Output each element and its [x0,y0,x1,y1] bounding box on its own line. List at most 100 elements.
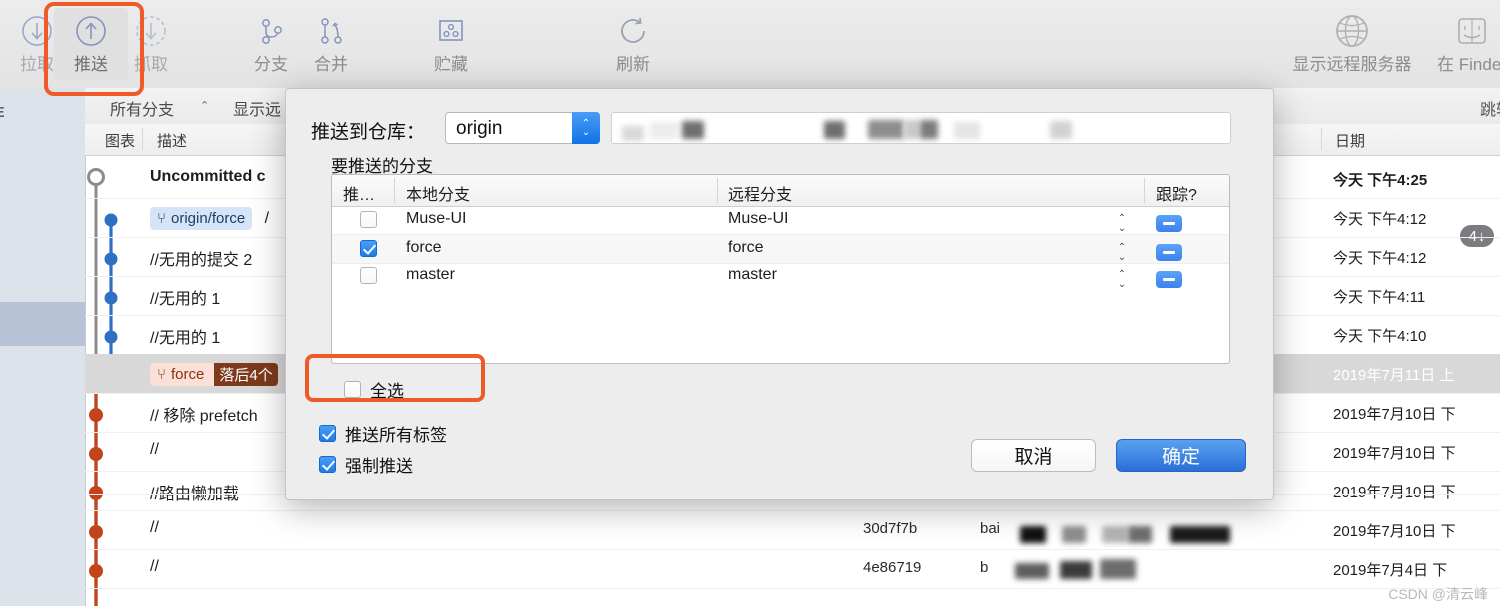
commit-hash: 4e86719 [863,559,922,576]
jump-to-button[interactable]: 跳转到 [1480,96,1500,120]
branch-remove-button[interactable] [1156,215,1182,232]
redacted-url-block [622,126,644,141]
column-header-description[interactable]: 描述 [157,130,187,151]
header-divider [717,178,718,203]
redacted-url-block [650,122,678,139]
toolbar-button-merge[interactable]: 合并 [294,8,368,80]
table-row[interactable]: // 4e86719 b 2019年7月4日 下 [85,549,1500,589]
commit-description: // [150,519,159,536]
commit-date: 今天 下午4:12 [1333,250,1427,267]
branch-row[interactable]: force force ⌃ ⌄ [332,234,1229,264]
branch-scope-dropdown[interactable]: 所有分支 [110,96,174,120]
sidebar-subitem: ： [0,140,8,160]
push-all-tags-group[interactable]: 推送所有标签 [319,421,447,446]
force-push-label: 强制推送 [345,457,413,476]
commit-message: / [264,210,270,227]
toolbar-label-fetch: 抓取 [134,55,168,74]
commit-description: ⑂ origin/force / [150,207,269,230]
branch-local-name: Muse-UI [406,210,467,227]
redacted-author-block [1102,526,1128,543]
select-all-checkbox-group[interactable]: 全选 [344,377,404,402]
commit-author: bai [980,520,1001,537]
branch-remote-stepper[interactable]: ⌃ ⌄ [1114,242,1130,264]
branch-remote-name: force [728,239,764,256]
toolbar-label-pull: 拉取 [20,55,54,74]
commit-date: 2019年7月10日 下 [1333,406,1456,423]
toolbar-label-show-remote: 显示远程服务器 [1292,55,1412,74]
branch-remove-button[interactable] [1156,244,1182,261]
toolbar-button-stash[interactable]: 贮藏 [414,8,488,80]
toolbar-button-refresh[interactable]: 刷新 [596,8,670,80]
commit-date: 2019年7月11日 上 [1333,367,1455,384]
repository-select[interactable]: origin ⌃ ⌄ [445,112,600,144]
push-dialog: 推送到仓库： origin ⌃ ⌄ 要推送的分支 推… 本地分支 远程分支 跟踪? [285,88,1274,500]
branch-ref-label: origin/force [171,210,246,227]
branch-remote-stepper[interactable]: ⌃ ⌄ [1114,213,1130,235]
column-header-date[interactable]: 日期 [1335,130,1365,151]
branch-push-checkbox[interactable] [360,240,377,258]
sidebar: ACE ： [0,88,86,606]
branches-table: 推… 本地分支 远程分支 跟踪? Muse-UI Muse-UI ⌃ ⌄ forc… [331,174,1230,364]
branch-remote-name: Muse-UI [728,210,789,227]
push-all-tags-checkbox[interactable] [319,425,336,442]
column-header-local-branch[interactable]: 本地分支 [406,181,470,205]
branch-remote-stepper[interactable]: ⌃ ⌄ [1114,269,1130,291]
arrow-up-circle-icon [71,8,111,54]
redacted-url-block [824,121,845,139]
sidebar-selected-item[interactable] [0,302,85,346]
redacted-author-block [1060,561,1092,579]
branch-behind-badge: 落后4个 [214,363,278,386]
show-remote-toggle[interactable]: 显示远 [233,96,281,120]
refresh-icon [613,8,653,54]
select-all-checkbox[interactable] [344,381,361,398]
branch-ref-badge[interactable]: ⑂ force 落后4个 [150,363,278,386]
redacted-author-block [1100,559,1136,579]
toolbar-button-in-finder[interactable]: 在 Finder [1424,8,1500,80]
toolbar-label-branch: 分支 [254,55,288,74]
commit-date: 2019年7月4日 下 [1333,562,1448,579]
branch-ref-badge[interactable]: ⑂ origin/force [150,207,253,230]
commit-date: 2019年7月10日 下 [1333,523,1456,540]
toolbar: 拉取 推送 抓取 分支 合并 贮藏 刷新 显示远程服务器 在 Finder [0,0,1500,89]
header-divider [1144,178,1145,203]
redacted-author-block [1020,526,1046,543]
toolbar-label-in-finder: 在 Finder [1437,55,1500,74]
push-all-tags-label: 推送所有标签 [345,426,447,445]
column-header-tracking[interactable]: 跟踪? [1156,181,1197,205]
column-header-push[interactable]: 推… [343,181,375,205]
redacted-author-block [1170,526,1230,543]
branch-push-checkbox[interactable] [360,211,377,229]
commit-description: //无用的 1 [150,330,221,347]
merge-icon [311,8,351,54]
arrow-down-dashed-circle-icon [131,8,171,54]
commit-date: 今天 下午4:10 [1333,328,1427,345]
push-to-repo-label: 推送到仓库： [311,122,426,143]
header-divider [394,178,395,203]
table-row[interactable]: // 30d7f7b bai 2019年7月10日 下 [85,510,1500,550]
commit-date: 今天 下午4:12 [1333,211,1427,228]
branch-remove-button[interactable] [1156,271,1182,288]
force-push-group[interactable]: 强制推送 [319,452,413,477]
chevron-updown-icon[interactable]: ⌃⌄ [572,112,600,144]
branch-row[interactable]: Muse-UI Muse-UI ⌃ ⌄ [332,206,1229,234]
branch-icon: ⑂ [157,366,167,383]
column-header-graph[interactable]: 图表 [105,130,135,151]
redacted-author-block [1062,526,1086,543]
force-push-checkbox[interactable] [319,456,336,473]
redacted-url-block [1050,121,1072,139]
branch-local-name: master [406,266,455,283]
branch-push-checkbox[interactable] [360,267,377,285]
branch-row[interactable]: master master ⌃ ⌄ [332,262,1229,290]
toolbar-button-show-remote[interactable]: 显示远程服务器 [1282,8,1422,80]
toolbar-button-fetch[interactable]: 抓取 [114,8,188,80]
confirm-button[interactable]: 确定 [1116,439,1246,472]
redacted-url-block [868,120,904,139]
cancel-button[interactable]: 取消 [971,439,1096,472]
commit-description: Uncommitted c [150,168,266,185]
redacted-url-block [920,120,938,139]
watermark: CSDN @清云峰 [1388,586,1488,602]
finder-icon [1452,8,1492,54]
toolbar-label-merge: 合并 [314,55,348,74]
column-header-remote-branch[interactable]: 远程分支 [728,181,792,205]
repository-url-field[interactable] [611,112,1231,144]
